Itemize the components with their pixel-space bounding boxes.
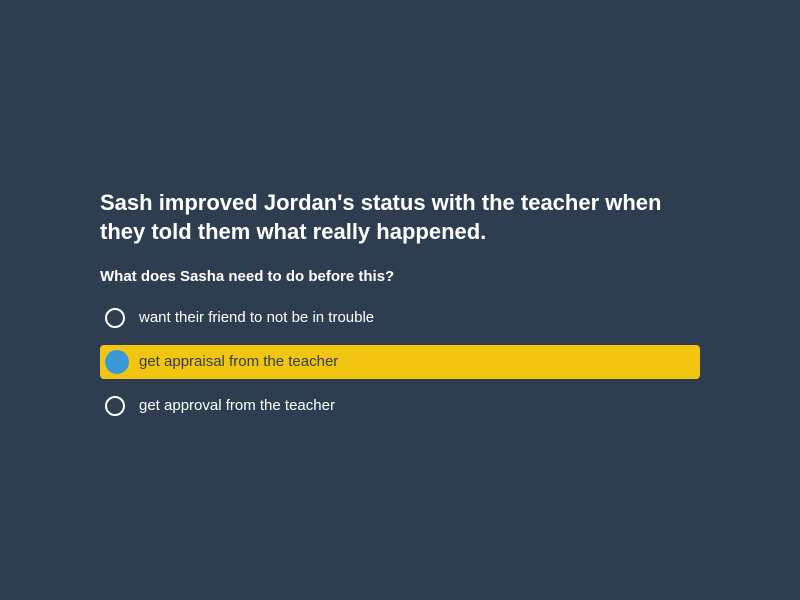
question-text: What does Sasha need to do before this?	[100, 268, 395, 285]
answer-option-label: get appraisal from the teacher	[139, 353, 339, 370]
radio-button-selected-icon[interactable]	[105, 350, 129, 374]
quiz-card: Sash improved Jordan's status with the t…	[100, 188, 700, 433]
answer-option-2[interactable]: get appraisal from the teacher	[100, 345, 700, 379]
answer-option-1[interactable]: want their friend to not be in trouble	[100, 301, 700, 335]
answer-option-label: get approval from the teacher	[139, 397, 335, 414]
radio-button-icon[interactable]	[105, 308, 125, 328]
answer-option-label: want their friend to not be in trouble	[139, 309, 375, 326]
prompt-text: Sash improved Jordan's status with the t…	[100, 190, 662, 244]
answer-option-3[interactable]: get approval from the teacher	[100, 389, 700, 423]
answer-options: want their friend to not be in trouble g…	[100, 301, 700, 423]
radio-button-icon[interactable]	[105, 396, 125, 416]
